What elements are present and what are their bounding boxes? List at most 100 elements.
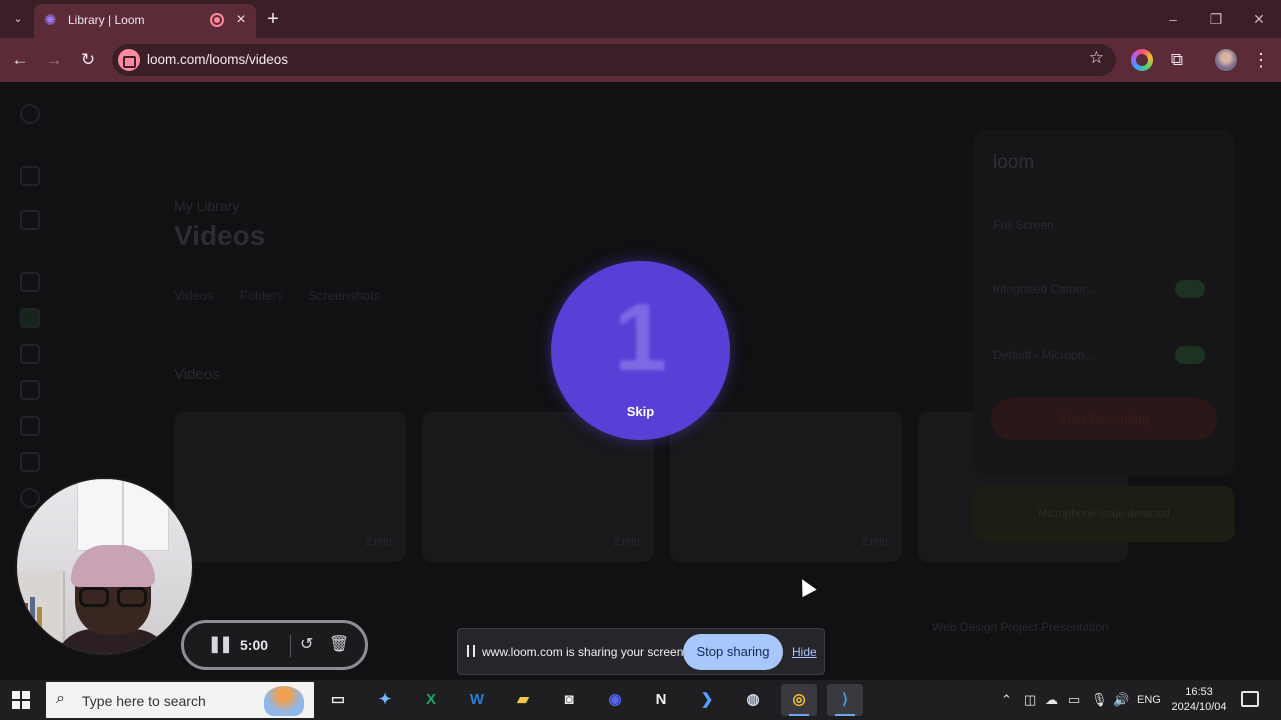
minimize-button[interactable]: – (1160, 8, 1186, 30)
sidebar-settings-icon[interactable] (20, 488, 40, 508)
browser-tab-bar: ⌄ ✺ Library | Loom × + – ❐ ✕ (0, 0, 1281, 38)
bookshelf (17, 571, 65, 641)
taskbar-powershell-icon[interactable]: ❯ (689, 684, 725, 716)
video-duration: 2 min (861, 536, 888, 548)
volume-icon[interactable]: 🔊 (1113, 692, 1129, 708)
search-icon: ⌕ (56, 690, 65, 707)
reload-button[interactable]: ↻ (76, 48, 100, 72)
extensions-puzzle-icon[interactable]: ⧉ (1166, 49, 1188, 71)
video-duration: 2 min (365, 536, 392, 548)
section-heading: Videos (174, 366, 220, 383)
taskbar-chrome-icon[interactable]: ◎ (781, 684, 817, 716)
pause-icon[interactable]: ❚❚ (208, 636, 233, 654)
taskbar-excel-icon[interactable]: X (413, 684, 449, 716)
clock-date: 2024/10/04 (1171, 701, 1227, 713)
taskbar-word-icon[interactable]: W (459, 684, 495, 716)
skip-countdown-button[interactable]: Skip (551, 404, 730, 419)
sidebar-add-icon[interactable] (20, 166, 40, 186)
start-recording-button[interactable]: Start Recording (991, 398, 1217, 440)
search-highlight-icon (264, 686, 304, 716)
taskbar-file-explorer-icon[interactable]: ▰ (505, 684, 541, 716)
tray-app-icon[interactable]: ◫ (1024, 692, 1036, 708)
taskbar-copilot-icon[interactable]: ✦ (367, 684, 403, 716)
notification-icon[interactable] (1241, 691, 1259, 707)
show-hidden-icons-icon[interactable]: ⌃ (1001, 692, 1012, 708)
divider (290, 635, 291, 657)
taskbar-task-view-icon[interactable]: ▭ (320, 684, 356, 716)
loom-favicon-icon: ✺ (44, 12, 57, 29)
forward-button[interactable]: → (42, 48, 66, 72)
browser-tab[interactable]: ✺ Library | Loom × (34, 4, 256, 38)
battery-icon[interactable]: ▭ (1068, 692, 1080, 708)
screen-sharing-bar: www.loom.com is sharing your screen. Sto… (457, 628, 825, 675)
page-title: Videos (174, 220, 266, 251)
drag-handle-icon[interactable] (467, 645, 475, 657)
tab-screenshots[interactable]: Screenshots (308, 288, 380, 303)
maximize-button[interactable]: ❐ (1203, 8, 1229, 30)
sidebar-library-icon[interactable] (20, 308, 40, 328)
screen-option[interactable]: Full Screen (993, 218, 1054, 232)
tab-folders[interactable]: Folders (240, 288, 283, 303)
cabinet-door (77, 479, 123, 551)
language-indicator[interactable]: ENG (1137, 694, 1161, 706)
taskbar-discord-icon[interactable]: ◉ (597, 684, 633, 716)
site-info-icon[interactable] (118, 49, 140, 71)
video-card[interactable]: 2 min (174, 412, 406, 562)
microphone-option[interactable]: Default - Microph... (993, 348, 1094, 362)
sidebar-watch-later-icon[interactable] (20, 380, 40, 400)
video-card[interactable]: 2 min (670, 412, 902, 562)
tab-close-button[interactable]: × (232, 11, 250, 29)
webcam-bubble[interactable] (15, 477, 194, 656)
taskbar-search-box[interactable]: ⌕ Type here to search (46, 682, 314, 718)
bookmark-star-icon[interactable]: ☆ (1089, 48, 1104, 68)
microphone-issue-banner[interactable]: Microphone issue detected (973, 486, 1235, 542)
extension-color-icon[interactable] (1131, 49, 1153, 71)
tab-search-button[interactable]: ⌄ (6, 8, 30, 30)
search-placeholder: Type here to search (82, 693, 206, 709)
countdown-circle: 1 Skip (551, 261, 730, 440)
microphone-toggle[interactable]: On (1175, 346, 1205, 364)
sidebar-people-icon[interactable] (20, 210, 40, 230)
sidebar-history-icon[interactable] (20, 416, 40, 436)
breadcrumb: My Library (174, 198, 240, 214)
sidebar-meetings-icon[interactable] (20, 344, 40, 364)
profile-avatar[interactable] (1215, 49, 1237, 71)
recording-timer: 5:00 (240, 637, 269, 653)
back-button[interactable]: ← (8, 48, 32, 72)
delete-icon[interactable]: 🗑 (329, 636, 349, 654)
restart-icon[interactable]: ↺ (300, 636, 313, 654)
video-duration: 2 min (613, 536, 640, 548)
hide-link[interactable]: Hide (792, 645, 817, 659)
onedrive-icon[interactable]: ☁ (1045, 692, 1058, 708)
taskbar-notion-icon[interactable]: N (643, 684, 679, 716)
loom-logo-icon (20, 104, 40, 124)
windows-taskbar: ⌕ Type here to search ▭ ✦ X W ▰ ◙ ◉ N ❯ ◍ ◎ ⟩ ⌃ ◫ ☁… (0, 680, 1281, 720)
taskbar-steam-icon[interactable]: ◍ (735, 684, 771, 716)
recording-indicator-icon (210, 13, 224, 27)
close-window-button[interactable]: ✕ (1246, 8, 1272, 30)
browser-toolbar: ← → ↻ loom.com/looms/videos ☆ ⧉ ⋮ (0, 38, 1281, 82)
sidebar-home-icon[interactable] (20, 272, 40, 292)
windows-start-icon[interactable] (12, 691, 30, 709)
sidebar-spaces-icon[interactable] (20, 452, 40, 472)
taskbar-capture-icon[interactable]: ◙ (551, 684, 587, 716)
taskbar-vscode-icon[interactable]: ⟩ (827, 684, 863, 716)
system-clock[interactable]: 16:53 2024/10/04 (1168, 685, 1230, 715)
stop-sharing-button[interactable]: Stop sharing (683, 634, 783, 670)
tab-videos[interactable]: Videos (174, 288, 214, 303)
clock-time: 16:53 (1185, 686, 1213, 698)
loom-logo: loom (993, 152, 1035, 173)
browser-menu-icon[interactable]: ⋮ (1250, 49, 1272, 71)
video-title[interactable]: Web Design Project Presentation (932, 620, 1109, 634)
address-bar[interactable]: loom.com/looms/videos ☆ (112, 44, 1116, 76)
microphone-icon[interactable]: 🎙 (1091, 692, 1108, 708)
camera-toggle[interactable]: On (1175, 280, 1205, 298)
beanie (71, 545, 155, 587)
new-tab-button[interactable]: + (262, 8, 284, 30)
camera-option[interactable]: Integrated Camer... (993, 282, 1096, 296)
countdown-number: 1 (613, 284, 668, 391)
sharing-message: www.loom.com is sharing your screen. (482, 645, 687, 659)
url-text: loom.com/looms/videos (147, 52, 289, 67)
recording-controls: ❚❚ 5:00 ↺ 🗑 (181, 620, 368, 670)
loom-recorder-panel: loom Full Screen Integrated Camer... On … (973, 130, 1235, 476)
